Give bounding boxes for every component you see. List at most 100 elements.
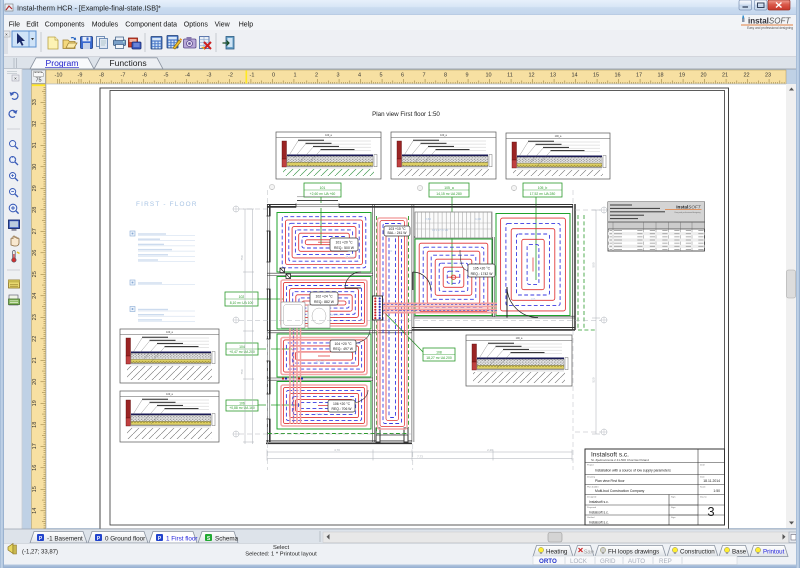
svg-text:102 +24 °C: 102 +24 °C	[315, 295, 333, 299]
svg-text:100_a: 100_a	[555, 135, 562, 138]
svg-text:Sign: Sign	[671, 517, 676, 519]
svg-text:-1: -1	[250, 73, 255, 79]
svg-text:106 +20 °C: 106 +20 °C	[333, 402, 351, 406]
svg-text:Draft: Draft	[700, 464, 705, 467]
svg-text:Prepared: Prepared	[587, 506, 597, 509]
svg-text:REQ.: 1742 W: REQ.: 1742 W	[471, 272, 494, 276]
svg-text:108: 108	[436, 350, 442, 354]
svg-text:105_b: 105_b	[538, 186, 548, 190]
svg-text:×: ×	[14, 76, 17, 81]
svg-text:18,27 m² UA 200: 18,27 m² UA 200	[426, 356, 452, 360]
svg-text:4,70: 4,70	[334, 448, 340, 452]
svg-text:Printout: Printout	[763, 548, 785, 555]
svg-text:St. Zjednoczenia 2 41-500 Chor: St. Zjednoczenia 2 41-500 Chorzów Poland	[591, 458, 649, 462]
svg-text:25,3 m²: 25,3 m²	[345, 255, 355, 259]
svg-text:Installation with a source of: Installation with a source of low supply…	[595, 469, 671, 473]
svg-text:Modules: Modules	[92, 21, 119, 28]
svg-text:8: 8	[444, 73, 447, 79]
svg-text:Options: Options	[184, 21, 209, 28]
svg-text:Help: Help	[239, 21, 254, 28]
svg-text:Selected: 1 * Printout layout: Selected: 1 * Printout layout	[245, 552, 317, 558]
svg-text:13,6 m²: 13,6 m²	[315, 412, 325, 416]
svg-text:21: 21	[32, 357, 38, 363]
svg-text:105: 105	[531, 297, 536, 301]
svg-text:100_a: 100_a	[166, 331, 173, 334]
svg-text:Edit: Edit	[26, 21, 38, 28]
svg-text:-1 Basement: -1 Basement	[47, 535, 83, 542]
svg-text:22: 22	[32, 336, 38, 342]
svg-text:17: 17	[636, 73, 642, 79]
svg-text:14: 14	[32, 508, 38, 514]
svg-text:3: 3	[707, 504, 714, 519]
svg-text:104: 104	[239, 345, 245, 349]
svg-text:-9: -9	[78, 73, 83, 79]
svg-text:Instalsoft s.c.: Instalsoft s.c.	[589, 521, 609, 525]
svg-text:750: 750	[240, 369, 244, 374]
svg-text:Sign: Sign	[671, 507, 676, 509]
svg-text:16: 16	[614, 73, 620, 79]
svg-text:18.11.2014: 18.11.2014	[703, 479, 720, 483]
svg-text:75: 75	[35, 78, 41, 84]
svg-text:Plan view First floor 1:50: Plan view First floor 1:50	[372, 111, 440, 118]
svg-text:30: 30	[32, 164, 38, 170]
svg-text:23: 23	[765, 73, 771, 79]
svg-text:17,52 m² UA 280: 17,52 m² UA 280	[530, 192, 556, 196]
svg-text:2: 2	[315, 73, 318, 79]
svg-text:1 First floor: 1 First floor	[166, 535, 198, 542]
svg-text:ORTO: ORTO	[539, 558, 557, 565]
svg-text:Functions: Functions	[109, 58, 146, 68]
svg-text:7,73: 7,73	[417, 455, 423, 459]
svg-text:Components: Components	[45, 21, 85, 28]
svg-text:21: 21	[722, 73, 728, 79]
svg-text:LOCK: LOCK	[570, 558, 588, 565]
svg-text:-6: -6	[142, 73, 147, 79]
svg-text:Drg no: Drg no	[700, 496, 707, 499]
svg-text:520: 520	[592, 377, 596, 382]
svg-text:2,20: 2,20	[487, 448, 493, 452]
svg-text:32: 32	[32, 121, 38, 127]
svg-text:4: 4	[358, 73, 361, 79]
svg-text:View: View	[215, 21, 231, 28]
svg-text:14,2 m²: 14,2 m²	[330, 313, 340, 317]
svg-text:-4: -4	[185, 73, 190, 79]
svg-text:26: 26	[32, 250, 38, 256]
svg-text:101 +20 °C: 101 +20 °C	[335, 241, 353, 245]
svg-text:6: 6	[401, 73, 404, 79]
svg-text:-10: -10	[55, 73, 63, 79]
svg-text:AUTO: AUTO	[628, 558, 645, 565]
svg-text:Easy and professional designin: Easy and professional designing	[747, 26, 793, 30]
svg-text:12: 12	[528, 73, 534, 79]
svg-text:Component data: Component data	[125, 21, 177, 28]
svg-text:2,60: 2,60	[425, 217, 431, 221]
svg-text:100_a: 100_a	[516, 337, 523, 340]
svg-text:15: 15	[593, 73, 599, 79]
svg-text:500: 500	[592, 262, 596, 267]
svg-text:20: 20	[32, 379, 38, 385]
svg-text:-5: -5	[164, 73, 169, 79]
svg-text:-2: -2	[228, 73, 233, 79]
svg-text:5: 5	[379, 73, 382, 79]
svg-text:0 Ground floor: 0 Ground floor	[105, 535, 145, 542]
svg-text:10: 10	[485, 73, 491, 79]
svg-text:Easy and professional designin: Easy and professional designing	[675, 212, 701, 214]
svg-text:REQ.: 882 W: REQ.: 882 W	[314, 300, 335, 304]
svg-text:Construction: Construction	[680, 548, 715, 555]
svg-text:1: 1	[293, 73, 296, 79]
svg-text:Designed: Designed	[587, 497, 597, 499]
svg-text:-8: -8	[99, 73, 104, 79]
svg-text:Schema: Schema	[215, 535, 239, 542]
svg-text:GRID: GRID	[600, 558, 616, 565]
svg-text:FIRST - FLOOR: FIRST - FLOOR	[136, 201, 198, 208]
svg-text:Project: Project	[587, 464, 594, 467]
svg-text:instalSOFT: instalSOFT	[676, 205, 701, 210]
svg-text:Heating: Heating	[546, 548, 568, 555]
svg-text:101: 101	[320, 186, 326, 190]
svg-text:Scale: Scale	[700, 487, 706, 489]
svg-text:Verified: Verified	[587, 516, 595, 519]
svg-text:22: 22	[743, 73, 749, 79]
svg-text:19: 19	[679, 73, 685, 79]
svg-text:×: ×	[5, 32, 8, 37]
svg-text:Instalsoft s.c.: Instalsoft s.c.	[589, 510, 609, 514]
svg-text:8,10 m² UA 100: 8,10 m² UA 100	[230, 301, 254, 305]
svg-text:104: 104	[450, 297, 455, 301]
